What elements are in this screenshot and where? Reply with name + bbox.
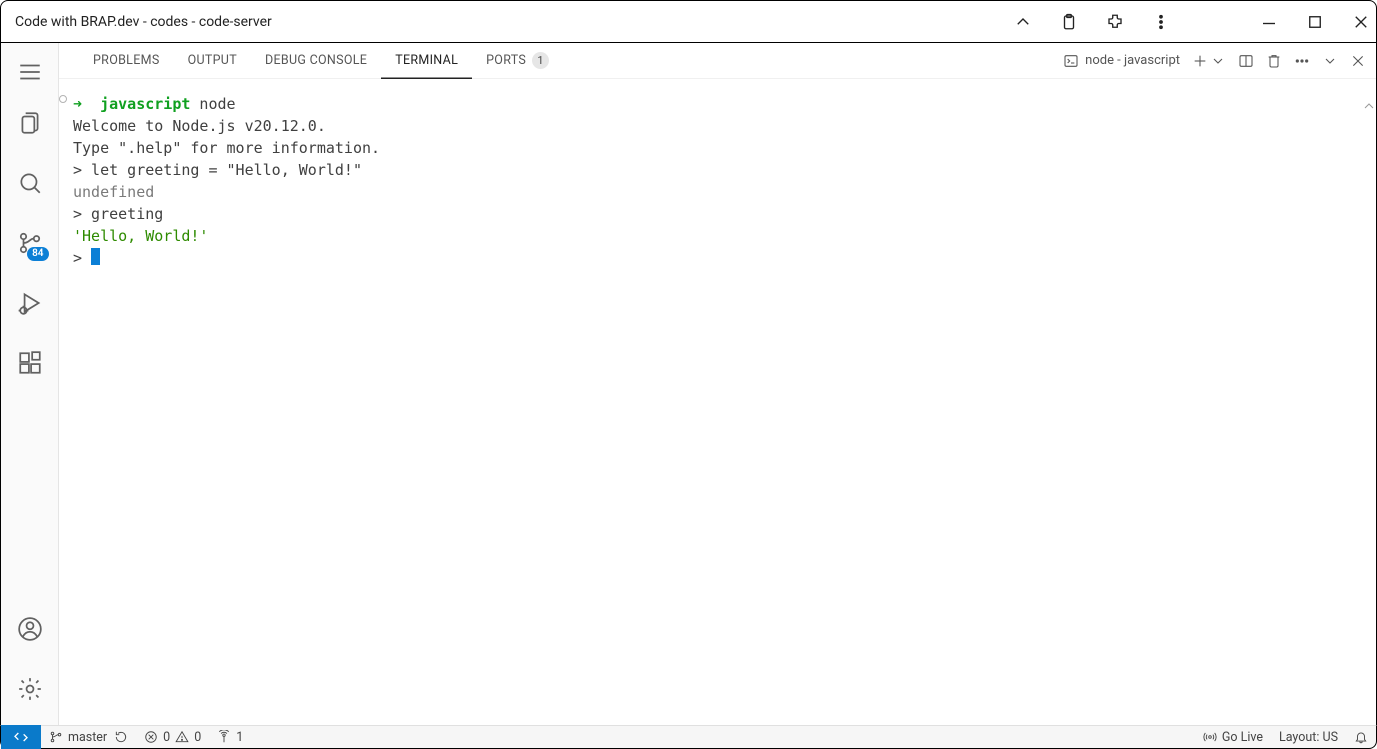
terminal-line: > xyxy=(73,247,1366,269)
maximize-icon[interactable] xyxy=(1306,13,1324,31)
chevron-down-icon[interactable] xyxy=(1322,53,1338,69)
notifications-bell-icon[interactable] xyxy=(1346,725,1376,749)
trash-icon[interactable] xyxy=(1266,53,1282,69)
explorer-icon[interactable] xyxy=(1,93,59,153)
terminal-header-actions: node - javascript xyxy=(1063,53,1366,69)
new-terminal-icon[interactable] xyxy=(1192,53,1208,69)
source-control-icon[interactable]: 84 xyxy=(1,213,59,273)
problems-button[interactable]: 0 0 xyxy=(136,725,209,749)
terminal-dropdown-icon[interactable] xyxy=(1210,53,1226,69)
overview-ruler-icon xyxy=(1364,93,1374,101)
terminal-line: undefined xyxy=(73,181,1366,203)
panel-tab-bar: PROBLEMS OUTPUT DEBUG CONSOLE TERMINAL P… xyxy=(59,43,1376,79)
terminal-line: Type ".help" for more information. xyxy=(73,137,1366,159)
terminal-line: Welcome to Node.js v20.12.0. xyxy=(73,115,1366,137)
hamburger-menu-icon[interactable] xyxy=(1,51,59,93)
scm-badge: 84 xyxy=(27,247,48,261)
main-area: 84 PROBLEMS OUTPUT DEBUG CONSOLE TERMINA… xyxy=(0,43,1377,725)
tab-terminal[interactable]: TERMINAL xyxy=(381,43,472,79)
tab-ports[interactable]: PORTS 1 xyxy=(472,43,563,79)
errors-count: 0 xyxy=(163,730,170,745)
git-branch-button[interactable]: master xyxy=(41,725,136,749)
extension-puzzle-icon[interactable] xyxy=(1106,13,1124,31)
run-debug-icon[interactable] xyxy=(1,273,59,333)
warnings-count: 0 xyxy=(194,730,201,745)
remote-indicator[interactable] xyxy=(1,725,41,749)
tab-output[interactable]: OUTPUT xyxy=(174,43,251,79)
gutter-dot-icon xyxy=(59,95,67,103)
account-icon[interactable] xyxy=(1,599,59,659)
clipboard-icon[interactable] xyxy=(1060,13,1078,31)
statusbar: master 0 0 1 Go Live Layout: US xyxy=(0,725,1377,749)
git-branch-label: master xyxy=(68,730,107,745)
terminal-line: 'Hello, World!' xyxy=(73,225,1366,247)
terminal-shell-icon xyxy=(1063,53,1079,69)
ports-count: 1 xyxy=(236,730,243,745)
terminal-line: > greeting xyxy=(73,203,1366,225)
close-panel-icon[interactable] xyxy=(1350,53,1366,69)
settings-gear-icon[interactable] xyxy=(1,659,59,719)
terminal-cursor xyxy=(91,248,100,265)
terminal-body[interactable]: ➜ javascript node Welcome to Node.js v20… xyxy=(59,79,1376,725)
terminal-name[interactable]: node - javascript xyxy=(1063,53,1180,69)
titlebar-controls xyxy=(1014,13,1370,31)
go-live-label: Go Live xyxy=(1222,730,1263,745)
tab-ports-label: PORTS xyxy=(486,53,526,68)
terminal-line: ➜ javascript node xyxy=(73,93,1366,115)
window-title: Code with BRAP.dev - codes - code-server xyxy=(15,14,1014,30)
tab-debug-console[interactable]: DEBUG CONSOLE xyxy=(251,43,381,79)
search-icon[interactable] xyxy=(1,153,59,213)
terminal-name-label: node - javascript xyxy=(1085,53,1180,68)
tab-problems[interactable]: PROBLEMS xyxy=(79,43,174,79)
keyboard-layout-button[interactable]: Layout: US xyxy=(1271,725,1346,749)
kebab-menu-icon[interactable] xyxy=(1152,13,1170,31)
chevron-up-icon[interactable] xyxy=(1014,13,1032,31)
ellipsis-icon[interactable] xyxy=(1294,53,1310,69)
extensions-icon[interactable] xyxy=(1,333,59,393)
panel: PROBLEMS OUTPUT DEBUG CONSOLE TERMINAL P… xyxy=(59,43,1376,725)
terminal-line: > let greeting = "Hello, World!" xyxy=(73,159,1366,181)
ports-button[interactable]: 1 xyxy=(209,725,251,749)
activitybar: 84 xyxy=(1,43,59,725)
keyboard-layout-label: Layout: US xyxy=(1279,730,1338,745)
titlebar: Code with BRAP.dev - codes - code-server xyxy=(0,0,1377,43)
minimize-icon[interactable] xyxy=(1260,13,1278,31)
go-live-button[interactable]: Go Live xyxy=(1195,725,1271,749)
close-icon[interactable] xyxy=(1352,13,1370,31)
split-terminal-icon[interactable] xyxy=(1238,53,1254,69)
ports-badge: 1 xyxy=(532,52,549,69)
